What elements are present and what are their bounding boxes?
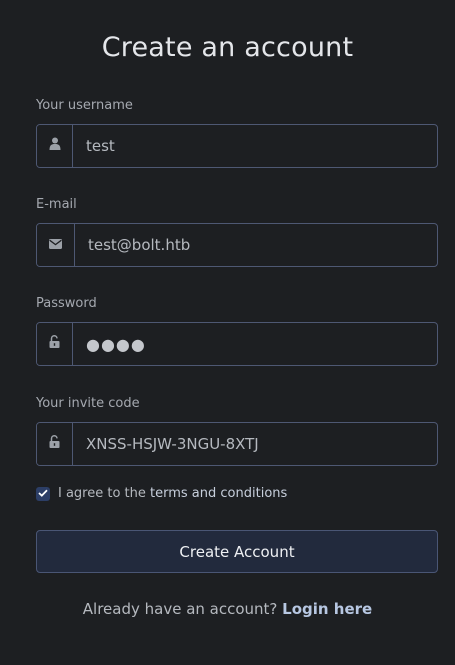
username-label: Your username xyxy=(36,98,133,113)
password-field[interactable]: ●●●● xyxy=(36,322,438,366)
email-field[interactable]: test@bolt.htb xyxy=(36,223,438,267)
page-title: Create an account xyxy=(101,32,354,63)
unlock-icon xyxy=(49,435,60,453)
user-icon xyxy=(49,137,61,155)
password-input[interactable]: ●●●● xyxy=(73,323,437,365)
email-label: E-mail xyxy=(36,197,77,212)
login-prompt-row: Already have an account? Login here xyxy=(0,600,455,618)
unlock-icon xyxy=(49,335,60,353)
terms-agreement: I agree to the terms and conditions xyxy=(36,486,287,501)
username-addon xyxy=(37,125,73,167)
invite-addon xyxy=(37,423,73,465)
email-input[interactable]: test@bolt.htb xyxy=(75,224,437,266)
username-field[interactable]: test xyxy=(36,124,438,168)
password-label: Password xyxy=(36,296,97,311)
checkmark-icon xyxy=(38,486,48,501)
password-addon xyxy=(37,323,73,365)
invite-code-field[interactable]: XNSS-HSJW-3NGU-8XTJ xyxy=(36,422,438,466)
terms-checkbox[interactable] xyxy=(36,486,50,501)
envelope-icon xyxy=(49,236,62,254)
terms-link[interactable]: terms and conditions xyxy=(150,486,287,501)
invite-code-label: Your invite code xyxy=(36,396,140,411)
terms-prefix: I agree to the xyxy=(58,486,151,501)
login-link[interactable]: Login here xyxy=(282,600,372,618)
username-input[interactable]: test xyxy=(73,125,437,167)
create-account-button[interactable]: Create Account xyxy=(36,530,438,573)
email-addon xyxy=(37,224,75,266)
login-prompt: Already have an account? xyxy=(82,600,283,618)
invite-code-input[interactable]: XNSS-HSJW-3NGU-8XTJ xyxy=(73,423,437,465)
